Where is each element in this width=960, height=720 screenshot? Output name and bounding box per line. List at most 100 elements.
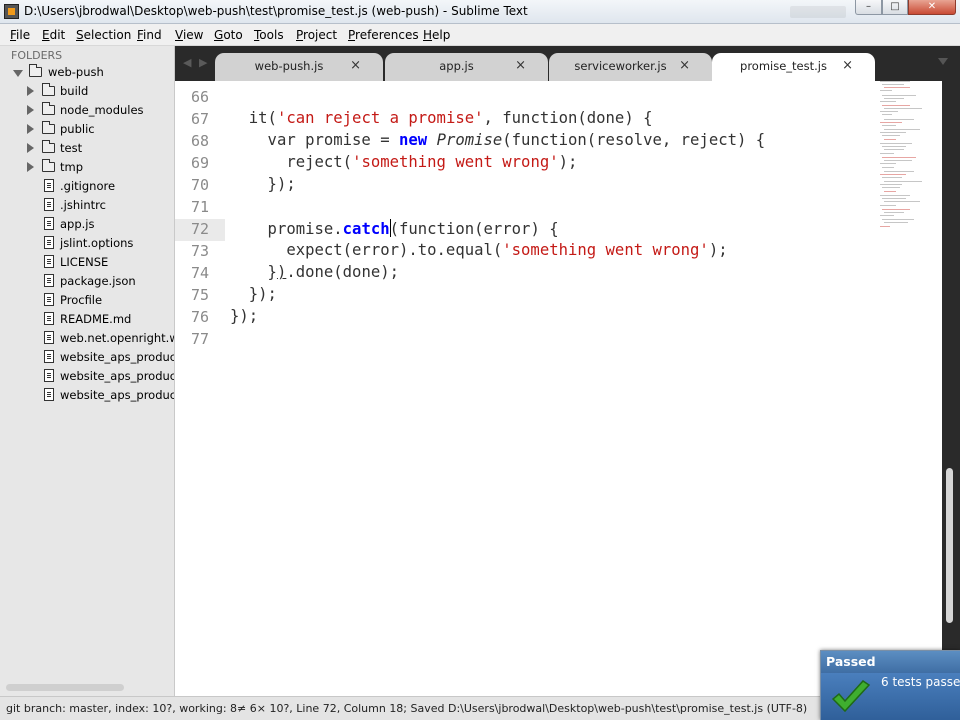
sidebar-file[interactable]: jslint.options <box>0 234 174 253</box>
sidebar-folder-public[interactable]: public <box>0 120 174 139</box>
code-line: promise.catch(function(error) { <box>230 219 559 238</box>
menu-selection[interactable]: Selection <box>76 28 131 42</box>
code-token: } <box>230 263 277 281</box>
sidebar-file[interactable]: .gitignore <box>0 177 174 196</box>
minimap-line <box>882 167 894 168</box>
code-token: ); <box>558 153 578 171</box>
close-icon[interactable]: × <box>515 58 526 73</box>
sidebar: FOLDERS web-push build node_modules publ… <box>0 46 175 696</box>
vertical-scrollbar[interactable] <box>942 81 960 696</box>
string-token: 'something went wrong' <box>502 241 709 259</box>
maximize-button[interactable]: □ <box>882 0 908 15</box>
file-icon <box>44 331 54 344</box>
sidebar-file[interactable]: LICENSE <box>0 253 174 272</box>
code-token: (function(error) { <box>389 220 559 238</box>
code-line: var promise = new Promise(function(resol… <box>230 131 766 149</box>
sidebar-file[interactable]: web.net.openright.we <box>0 329 174 348</box>
menu-tools[interactable]: Tools <box>254 28 284 42</box>
sidebar-file[interactable]: website_aps_productio <box>0 386 174 405</box>
chevron-right-icon[interactable] <box>27 124 34 134</box>
menu-preferences[interactable]: Preferences <box>348 28 419 42</box>
minimap-line <box>880 184 902 185</box>
chevron-right-icon[interactable] <box>27 86 34 96</box>
close-window-button[interactable]: ✕ <box>908 0 956 15</box>
file-icon <box>44 217 54 230</box>
minimap-line <box>882 84 904 85</box>
minimap-line <box>880 163 896 164</box>
line-number: 76 <box>190 308 209 326</box>
minimize-button[interactable]: – <box>855 0 882 15</box>
test-result-notification[interactable]: Passed 6 tests passed <box>820 650 960 720</box>
check-icon <box>831 680 871 713</box>
sidebar-file[interactable]: README.md <box>0 310 174 329</box>
sidebar-item-label: app.js <box>60 217 95 231</box>
menu-goto[interactable]: Goto <box>214 28 243 42</box>
sidebar-folder-build[interactable]: build <box>0 82 174 101</box>
line-number-gutter: 66 67 68 69 70 71 72 73 74 75 76 77 <box>175 81 223 696</box>
minimap-line <box>880 174 906 175</box>
minimap-line <box>882 105 910 106</box>
minimap-line <box>880 226 890 227</box>
scrollbar-thumb[interactable] <box>946 468 953 623</box>
menu-find[interactable]: Find <box>137 28 162 42</box>
close-icon[interactable]: × <box>350 58 361 73</box>
file-icon <box>44 350 54 363</box>
chevron-right-icon[interactable] <box>27 162 34 172</box>
minimap-line <box>884 139 896 140</box>
tab-prev-icon[interactable]: ◀ <box>183 56 191 69</box>
minimap-line <box>880 122 902 123</box>
sidebar-file[interactable]: website_aps_productio <box>0 348 174 367</box>
file-icon <box>44 312 54 325</box>
sidebar-folder-tmp[interactable]: tmp <box>0 158 174 177</box>
minimap-line <box>880 81 910 82</box>
close-icon[interactable]: × <box>679 58 690 73</box>
sidebar-file[interactable]: Procfile <box>0 291 174 310</box>
chevron-right-icon[interactable] <box>27 105 34 115</box>
menu-project[interactable]: Project <box>296 28 337 42</box>
tab-dropdown-icon[interactable] <box>938 58 948 65</box>
minimap-line <box>880 101 896 102</box>
code-token: .done(done); <box>286 263 400 281</box>
minimap[interactable] <box>878 81 940 241</box>
close-icon[interactable]: × <box>842 58 853 73</box>
tab-serviceworker-js[interactable]: serviceworker.js × <box>549 53 712 81</box>
sublime-text-icon <box>4 4 19 19</box>
menu-help[interactable]: Help <box>423 28 450 42</box>
sidebar-item-label: test <box>60 141 83 155</box>
sidebar-file[interactable]: app.js <box>0 215 174 234</box>
sidebar-file[interactable]: .jshintrc <box>0 196 174 215</box>
code-editor[interactable]: 66 67 68 69 70 71 72 73 74 75 76 77 it('… <box>175 81 942 696</box>
folder-icon <box>42 83 55 96</box>
tab-app-js[interactable]: app.js × <box>385 53 548 81</box>
tab-next-icon[interactable]: ▶ <box>199 56 207 69</box>
keyword-token: new <box>399 131 428 149</box>
folders-header: FOLDERS <box>11 49 63 62</box>
matching-bracket: ) <box>276 263 287 281</box>
minimap-line <box>882 177 902 178</box>
menu-file[interactable]: File <box>10 28 30 42</box>
minimap-line <box>884 181 922 182</box>
sidebar-root-folder[interactable]: web-push <box>0 63 174 82</box>
chevron-down-icon[interactable] <box>13 70 23 77</box>
sidebar-folder-node-modules[interactable]: node_modules <box>0 101 174 120</box>
tab-web-push-js[interactable]: web-push.js × <box>215 53 383 81</box>
line-number: 68 <box>190 132 209 150</box>
minimap-line <box>880 205 896 206</box>
sidebar-file[interactable]: website_aps_productio <box>0 367 174 386</box>
line-number: 75 <box>190 286 209 304</box>
sidebar-item-label: README.md <box>60 312 132 326</box>
minimap-line <box>880 90 892 91</box>
minimap-line <box>880 195 910 196</box>
class-token: Promise <box>436 131 503 149</box>
line-number: 70 <box>190 176 209 194</box>
menu-view[interactable]: View <box>175 28 203 42</box>
status-bar: git branch: master, index: 10?, working:… <box>0 696 960 720</box>
sidebar-horizontal-scrollbar[interactable] <box>6 684 124 691</box>
menu-edit[interactable]: Edit <box>42 28 65 42</box>
window-title: D:\Users\jbrodwal\Desktop\web-push\test\… <box>24 4 528 18</box>
tab-promise-test-js[interactable]: promise_test.js × <box>712 53 875 81</box>
chevron-right-icon[interactable] <box>27 143 34 153</box>
sidebar-folder-test[interactable]: test <box>0 139 174 158</box>
sidebar-file[interactable]: package.json <box>0 272 174 291</box>
sidebar-item-label: .jshintrc <box>60 198 106 212</box>
